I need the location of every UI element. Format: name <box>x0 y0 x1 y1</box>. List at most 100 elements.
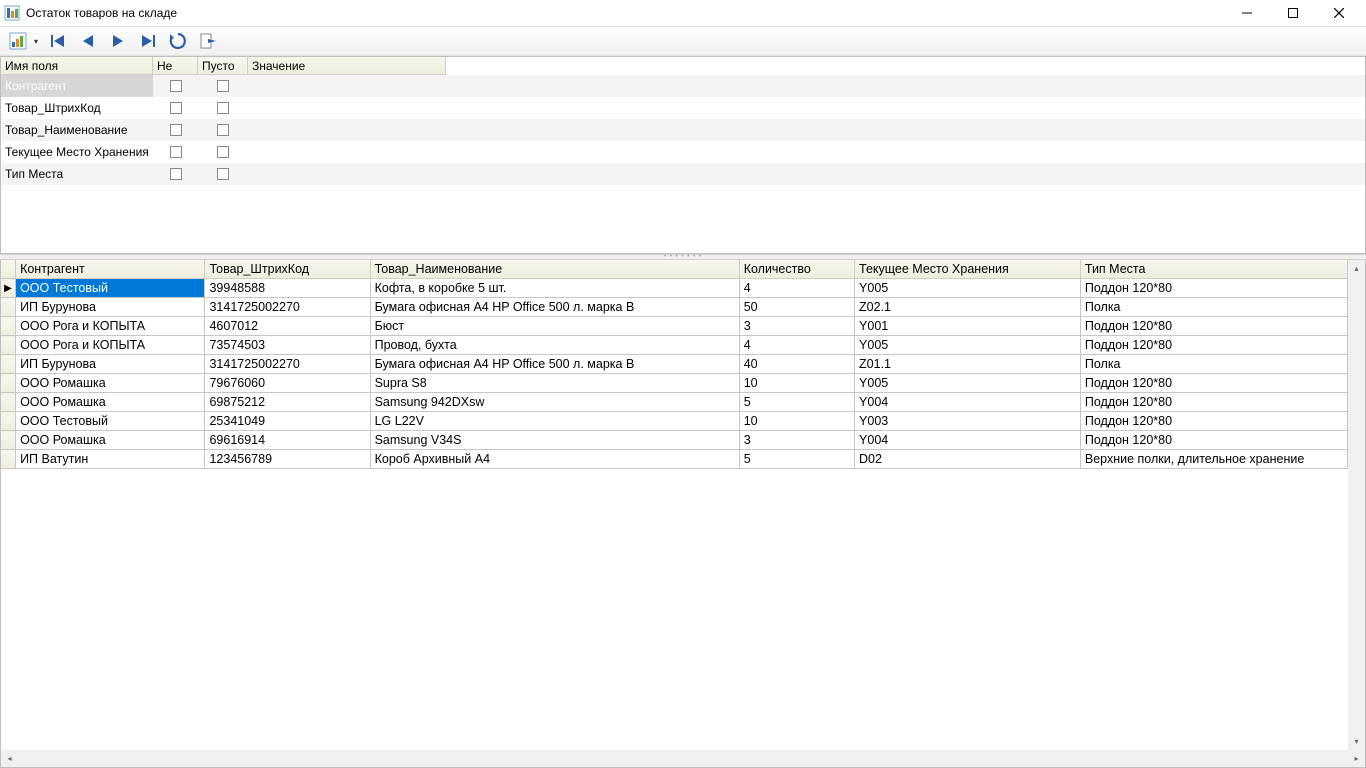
filter-not-checkbox[interactable] <box>153 141 198 163</box>
scroll-left-icon[interactable]: ◂ <box>1 750 18 767</box>
table-row[interactable]: ООО Рога и КОПЫТА4607012Бюст3Y001Поддон … <box>1 317 1348 336</box>
filter-value-cell[interactable] <box>248 75 446 97</box>
filter-header-value[interactable]: Значение <box>248 57 446 75</box>
grid-column-header[interactable]: Контрагент <box>16 260 205 279</box>
table-cell: ИП Ватутин <box>16 450 205 469</box>
filter-empty-checkbox[interactable] <box>198 97 248 119</box>
filter-not-checkbox[interactable] <box>153 119 198 141</box>
scroll-down-icon[interactable]: ▾ <box>1348 733 1365 750</box>
table-cell: Поддон 120*80 <box>1080 317 1347 336</box>
report-icon[interactable] <box>4 28 32 54</box>
window-controls <box>1224 0 1362 26</box>
filter-value-cell[interactable] <box>248 119 446 141</box>
table-row[interactable]: ▶ООО Тестовый39948588Кофта, в коробке 5 … <box>1 279 1348 298</box>
scroll-up-icon[interactable]: ▴ <box>1348 260 1365 277</box>
report-dropdown-icon[interactable]: ▾ <box>34 37 42 46</box>
table-row[interactable]: ООО Рога и КОПЫТА73574503Провод, бухта4Y… <box>1 336 1348 355</box>
minimize-button[interactable] <box>1224 0 1270 26</box>
table-cell: 3 <box>739 317 854 336</box>
row-indicator-icon <box>1 374 16 393</box>
next-record-icon[interactable] <box>104 28 132 54</box>
filter-value-cell[interactable] <box>248 97 446 119</box>
table-cell: ООО Ромашка <box>16 393 205 412</box>
table-cell: ООО Рога и КОПЫТА <box>16 317 205 336</box>
filter-field-name: Контрагент <box>1 75 153 97</box>
table-cell: Бумага офисная A4 HP Office 500 л. марка… <box>370 298 739 317</box>
table-cell: 39948588 <box>205 279 370 298</box>
table-row[interactable]: ООО Ромашка69616914Samsung V34S3Y004Подд… <box>1 431 1348 450</box>
grid-column-header[interactable]: Количество <box>739 260 854 279</box>
table-cell: 10 <box>739 412 854 431</box>
table-row[interactable]: ООО Ромашка69875212Samsung 942DXsw5Y004П… <box>1 393 1348 412</box>
filter-not-checkbox[interactable] <box>153 163 198 185</box>
filter-panel: Имя поля Не Пусто Значение КонтрагентТов… <box>0 56 1366 254</box>
maximize-button[interactable] <box>1270 0 1316 26</box>
grid-column-header[interactable]: Текущее Место Хранения <box>855 260 1081 279</box>
filter-not-checkbox[interactable] <box>153 97 198 119</box>
filter-header-not[interactable]: Не <box>153 57 198 75</box>
scroll-right-icon[interactable]: ▸ <box>1348 750 1365 767</box>
scroll-track[interactable] <box>1348 277 1365 733</box>
titlebar: Остаток товаров на складе <box>0 0 1366 26</box>
row-indicator-icon <box>1 412 16 431</box>
last-record-icon[interactable] <box>134 28 162 54</box>
data-grid: КонтрагентТовар_ШтрихКодТовар_Наименован… <box>0 260 1366 768</box>
table-cell: 79676060 <box>205 374 370 393</box>
filter-field-name: Тип Места <box>1 163 153 185</box>
filter-row[interactable]: Товар_ШтрихКод <box>1 97 1365 119</box>
filter-empty-checkbox[interactable] <box>198 141 248 163</box>
filter-empty-checkbox[interactable] <box>198 119 248 141</box>
table-cell: 3141725002270 <box>205 355 370 374</box>
table-cell: Y005 <box>855 374 1081 393</box>
prev-record-icon[interactable] <box>74 28 102 54</box>
table-cell: Поддон 120*80 <box>1080 374 1347 393</box>
table-cell: 25341049 <box>205 412 370 431</box>
table-cell: Провод, бухта <box>370 336 739 355</box>
filter-row[interactable]: Текущее Место Хранения <box>1 141 1365 163</box>
refresh-icon[interactable] <box>164 28 192 54</box>
table-cell: ООО Тестовый <box>16 412 205 431</box>
table-cell: Y005 <box>855 336 1081 355</box>
table-cell: Короб Архивный А4 <box>370 450 739 469</box>
table-cell: Полка <box>1080 355 1347 374</box>
filter-empty-checkbox[interactable] <box>198 163 248 185</box>
grid-column-header[interactable]: Товар_Наименование <box>370 260 739 279</box>
filter-row[interactable]: Тип Места <box>1 163 1365 185</box>
table-row[interactable]: ООО Ромашка79676060Supra S810Y005Поддон … <box>1 374 1348 393</box>
horizontal-scrollbar[interactable]: ◂ ▸ <box>1 750 1365 767</box>
table-cell: Y004 <box>855 393 1081 412</box>
table-row[interactable]: ИП Бурунова3141725002270Бумага офисная A… <box>1 298 1348 317</box>
table-cell: 3141725002270 <box>205 298 370 317</box>
filter-row[interactable]: Товар_Наименование <box>1 119 1365 141</box>
table-cell: ООО Рога и КОПЫТА <box>16 336 205 355</box>
table-cell: Бумага офисная A4 HP Office 500 л. марка… <box>370 355 739 374</box>
grid-column-header[interactable]: Тип Места <box>1080 260 1347 279</box>
table-row[interactable]: ООО Тестовый25341049LG L22V10Y003Поддон … <box>1 412 1348 431</box>
row-indicator-icon <box>1 298 16 317</box>
filter-empty-checkbox[interactable] <box>198 75 248 97</box>
table-cell: 4 <box>739 336 854 355</box>
grid-column-header[interactable]: Товар_ШтрихКод <box>205 260 370 279</box>
table-row[interactable]: ИП Бурунова3141725002270Бумага офисная A… <box>1 355 1348 374</box>
vertical-scrollbar[interactable]: ▴ ▾ <box>1348 260 1365 750</box>
table-row[interactable]: ИП Ватутин123456789Короб Архивный А45D02… <box>1 450 1348 469</box>
table-cell: Верхние полки, длительное хранение <box>1080 450 1347 469</box>
close-button[interactable] <box>1316 0 1362 26</box>
filter-not-checkbox[interactable] <box>153 75 198 97</box>
table-cell: LG L22V <box>370 412 739 431</box>
filter-header: Имя поля Не Пусто Значение <box>1 57 1365 75</box>
row-indicator-icon <box>1 355 16 374</box>
filter-header-empty[interactable]: Пусто <box>198 57 248 75</box>
filter-value-cell[interactable] <box>248 141 446 163</box>
filter-header-name[interactable]: Имя поля <box>1 57 153 75</box>
export-icon[interactable] <box>194 28 222 54</box>
table-cell: Поддон 120*80 <box>1080 336 1347 355</box>
first-record-icon[interactable] <box>44 28 72 54</box>
table-cell: 40 <box>739 355 854 374</box>
table-cell: 5 <box>739 393 854 412</box>
filter-row[interactable]: Контрагент <box>1 75 1365 97</box>
scroll-track[interactable] <box>18 750 1348 767</box>
table-cell: 73574503 <box>205 336 370 355</box>
row-indicator-icon <box>1 393 16 412</box>
filter-value-cell[interactable] <box>248 163 446 185</box>
